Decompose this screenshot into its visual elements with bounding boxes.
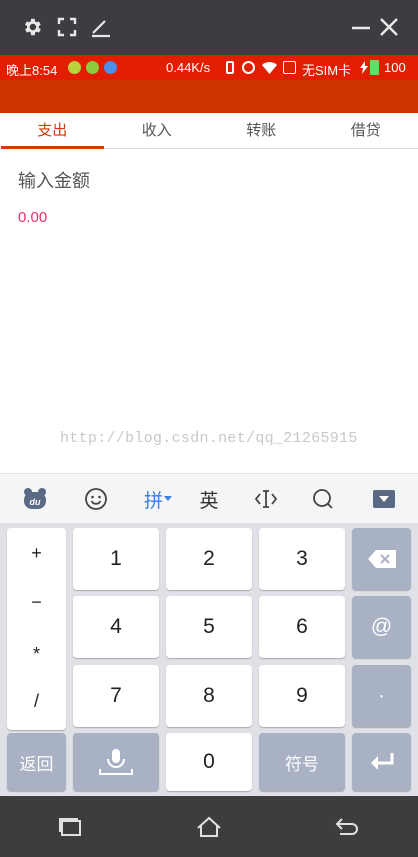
cursor-move-icon[interactable] bbox=[251, 484, 281, 514]
amount-label: 输入金额 bbox=[18, 171, 90, 192]
status-bar: 晚上8:54 0.44K/s 无SIM卡 100 bbox=[0, 55, 418, 80]
back-button[interactable]: 返回 bbox=[7, 733, 66, 791]
plus-key[interactable]: + bbox=[7, 543, 66, 564]
settings-gear-icon[interactable] bbox=[19, 14, 45, 40]
divide-key[interactable]: / bbox=[7, 691, 66, 712]
dropdown-arrow-icon bbox=[164, 496, 172, 501]
status-time: 晚上8:54 bbox=[6, 63, 58, 78]
close-icon[interactable] bbox=[376, 14, 402, 40]
tab-transfer[interactable]: 转账 bbox=[209, 113, 314, 148]
battery-level: 100 bbox=[384, 60, 406, 75]
digit-key-6[interactable]: 6 bbox=[259, 596, 345, 658]
watermark-text: http://blog.csdn.net/qq_21265915 bbox=[60, 430, 358, 447]
fullscreen-icon[interactable] bbox=[54, 14, 80, 40]
emulator-toolbar bbox=[0, 0, 418, 55]
backspace-icon bbox=[367, 550, 396, 568]
back-label: 返回 bbox=[19, 754, 54, 775]
transaction-type-tabs: 支出 收入 转账 借贷 bbox=[0, 113, 418, 149]
minimize-icon[interactable] bbox=[348, 14, 374, 40]
digit-key-2[interactable]: 2 bbox=[166, 528, 252, 590]
digit-key-9[interactable]: 9 bbox=[259, 665, 345, 727]
digit-key-8[interactable]: 8 bbox=[166, 665, 252, 727]
edit-pen-icon[interactable] bbox=[88, 14, 114, 40]
dot-key[interactable]: · bbox=[352, 665, 411, 727]
no-sim-icon bbox=[283, 61, 296, 74]
enter-icon bbox=[370, 753, 393, 770]
baidu-ime-logo-icon[interactable]: du bbox=[20, 484, 50, 514]
digit-key-1[interactable]: 1 bbox=[73, 528, 159, 590]
home-icon[interactable] bbox=[194, 814, 224, 840]
digit-key-4[interactable]: 4 bbox=[73, 596, 159, 658]
tab-income[interactable]: 收入 bbox=[105, 113, 210, 148]
pinyin-mode-button[interactable]: 拼 bbox=[138, 484, 178, 514]
voice-input-button[interactable] bbox=[73, 733, 159, 791]
app-notification-icon bbox=[68, 61, 81, 74]
recent-apps-icon[interactable] bbox=[55, 814, 85, 840]
battery-icon bbox=[370, 60, 379, 75]
search-icon[interactable] bbox=[308, 484, 338, 514]
ime-toolbar: du 拼 英 bbox=[0, 473, 418, 523]
numeric-keyboard: + − * / 1 2 3 4 5 6 @ 7 8 9 · 返回 0 符号 bbox=[0, 523, 418, 796]
charging-icon bbox=[360, 61, 368, 74]
minus-key[interactable]: − bbox=[7, 592, 66, 613]
svg-text:du: du bbox=[30, 497, 41, 507]
app-bar bbox=[0, 80, 418, 113]
network-speed: 0.44K/s bbox=[166, 60, 211, 75]
back-arrow-icon[interactable] bbox=[332, 814, 362, 840]
symbols-label: 符号 bbox=[285, 754, 319, 775]
sim-status: 无SIM卡 bbox=[302, 63, 352, 78]
alarm-icon bbox=[242, 61, 255, 74]
emoji-icon[interactable] bbox=[81, 484, 111, 514]
android-navigation-bar bbox=[0, 796, 418, 857]
multiply-key[interactable]: * bbox=[7, 644, 66, 665]
digit-key-3[interactable]: 3 bbox=[259, 528, 345, 590]
tab-expense[interactable]: 支出 bbox=[0, 113, 105, 149]
digit-key-7[interactable]: 7 bbox=[73, 665, 159, 727]
wifi-icon bbox=[262, 62, 277, 74]
app-notification-icon bbox=[86, 61, 99, 74]
operator-key-column: + − * / bbox=[7, 528, 66, 730]
microphone-icon bbox=[99, 749, 133, 775]
pinyin-label: 拼 bbox=[143, 489, 163, 512]
tab-loan[interactable]: 借贷 bbox=[314, 113, 418, 148]
digit-key-5[interactable]: 5 bbox=[166, 596, 252, 658]
at-sign-key[interactable]: @ bbox=[352, 596, 411, 658]
english-mode-button[interactable]: 英 bbox=[194, 484, 224, 514]
enter-button[interactable] bbox=[352, 733, 411, 791]
app-notification-icon bbox=[104, 61, 117, 74]
amount-input[interactable]: 0.00 bbox=[18, 209, 47, 226]
backspace-button[interactable] bbox=[352, 528, 411, 590]
digit-key-0[interactable]: 0 bbox=[166, 733, 252, 791]
hide-keyboard-icon[interactable] bbox=[369, 484, 399, 514]
symbols-button[interactable]: 符号 bbox=[259, 733, 345, 791]
vibrate-icon bbox=[226, 61, 234, 74]
